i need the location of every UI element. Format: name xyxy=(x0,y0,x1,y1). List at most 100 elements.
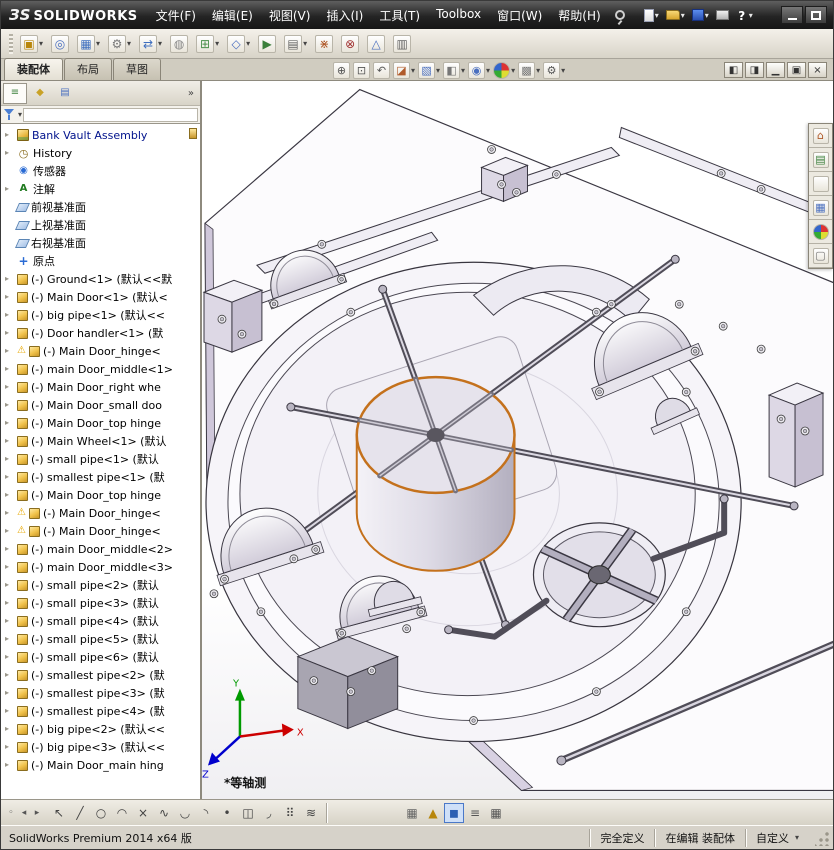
circle-button[interactable]: ○ xyxy=(91,803,111,823)
menu-item[interactable]: 帮助(H) xyxy=(550,3,608,28)
select-button[interactable]: ↖ xyxy=(49,803,69,823)
expand-arrow-icon[interactable] xyxy=(5,545,14,553)
design-library-tab[interactable]: ▤ xyxy=(809,148,832,172)
menu-item[interactable]: 工具(T) xyxy=(371,3,428,28)
tree-item[interactable]: (-) smallest pipe<4> (默 xyxy=(1,702,200,720)
tree-item[interactable]: (-) Main Door_hinge< xyxy=(1,504,200,522)
apply-scene-button[interactable]: ▩ xyxy=(517,62,541,79)
shaded-sketch-contours-button[interactable]: ◼ xyxy=(444,802,464,823)
maximize-window-button[interactable] xyxy=(805,6,827,24)
tree-item[interactable]: 原点 xyxy=(1,252,200,270)
expand-arrow-icon[interactable] xyxy=(5,509,14,517)
expand-arrow-icon[interactable] xyxy=(5,383,14,391)
trim-entities-button[interactable]: × xyxy=(133,803,153,823)
tree-item[interactable]: 注解 xyxy=(1,180,200,198)
snap-options-button[interactable]: ▲ xyxy=(423,803,443,823)
smart-fasteners-button[interactable]: ⚙ xyxy=(105,33,134,55)
tree-item[interactable]: (-) Main Door_hinge< xyxy=(1,522,200,540)
chevron-down-icon[interactable] xyxy=(795,833,799,842)
expand-arrow-icon[interactable] xyxy=(5,347,14,355)
expand-arrow-icon[interactable] xyxy=(5,185,14,193)
chevron-down-icon[interactable] xyxy=(158,39,162,48)
tree-item[interactable]: (-) Ground<1> (默认<<默 xyxy=(1,270,200,288)
expand-arrow-icon[interactable] xyxy=(5,653,14,661)
expand-arrow-icon[interactable] xyxy=(5,473,14,481)
tab-sketch[interactable]: 草图 xyxy=(113,58,161,80)
chevron-down-icon[interactable] xyxy=(18,110,22,119)
view-orientation-button[interactable]: ▧ xyxy=(417,62,441,79)
configurationmanager-tab[interactable]: ▤ xyxy=(53,83,77,104)
linear-component-pattern-button[interactable]: ▦ xyxy=(74,33,103,55)
expand-arrow-icon[interactable] xyxy=(5,311,14,319)
expand-arrow-icon[interactable] xyxy=(5,527,14,535)
large-assembly-mode-button[interactable]: ▥ xyxy=(390,33,414,55)
expand-arrow-icon[interactable] xyxy=(5,401,14,409)
chevron-down-icon[interactable] xyxy=(749,11,753,20)
open-document-button[interactable] xyxy=(663,8,688,22)
sketch-table-button[interactable]: ▦ xyxy=(486,803,506,823)
line-button[interactable]: ╱ xyxy=(70,803,90,823)
expand-arrow-icon[interactable] xyxy=(5,419,14,427)
assembly-features-button[interactable]: ⊞ xyxy=(193,33,222,55)
tree-item[interactable]: (-) small pipe<1> (默认 xyxy=(1,450,200,468)
chevron-down-icon[interactable] xyxy=(303,39,307,48)
tree-item[interactable]: (-) Main Door_main hing xyxy=(1,756,200,774)
section-properties-button[interactable]: ≡ xyxy=(465,803,485,823)
expand-arrow-icon[interactable] xyxy=(5,491,14,499)
save-document-button[interactable] xyxy=(689,7,712,23)
show-hidden-components-button[interactable]: ◍ xyxy=(167,33,191,55)
tree-item[interactable]: (-) small pipe<4> (默认 xyxy=(1,612,200,630)
tree-item[interactable]: (-) smallest pipe<3> (默 xyxy=(1,684,200,702)
menu-item[interactable]: 文件(F) xyxy=(148,3,204,28)
insert-components-button[interactable]: ▣ xyxy=(17,33,46,55)
scroll-right-button[interactable]: ▸ xyxy=(31,805,43,821)
display-pane-right-button[interactable]: ◨ xyxy=(745,62,764,78)
tree-item[interactable]: (-) Main Door_top hinge xyxy=(1,414,200,432)
ellipse-button[interactable]: ◠ xyxy=(112,803,132,823)
instant3d-button[interactable]: △ xyxy=(364,33,388,55)
expand-arrow-icon[interactable] xyxy=(5,365,14,373)
view-settings-button[interactable]: ⚙ xyxy=(542,62,566,79)
convert-entities-button[interactable]: ≋ xyxy=(301,803,321,823)
file-explorer-tab[interactable] xyxy=(809,172,832,196)
viewport-3d-model[interactable]: Y X Z xyxy=(202,81,833,799)
tree-item[interactable]: (-) big pipe<3> (默认<< xyxy=(1,738,200,756)
chevron-down-icon[interactable] xyxy=(536,66,540,75)
chevron-down-icon[interactable] xyxy=(411,66,415,75)
tree-display-pane-icon[interactable] xyxy=(189,128,197,139)
point-button[interactable]: • xyxy=(217,803,237,823)
scroll-left-button[interactable]: ◂ xyxy=(18,805,30,821)
expand-arrow-icon[interactable] xyxy=(5,599,14,607)
tree-item[interactable]: 右视基准面 xyxy=(1,234,200,252)
expand-arrow-icon[interactable] xyxy=(5,725,14,733)
exploded-view-button[interactable]: ⋇ xyxy=(312,33,336,55)
expand-arrow-icon[interactable] xyxy=(5,437,14,445)
appearances-scenes-tab[interactable] xyxy=(809,220,832,244)
expand-arrow-icon[interactable] xyxy=(5,131,14,139)
expand-arrow-icon[interactable] xyxy=(5,671,14,679)
menu-item[interactable]: 插入(I) xyxy=(318,3,371,28)
move-component-button[interactable]: ⇄ xyxy=(136,33,165,55)
menu-pin-icon[interactable] xyxy=(614,10,625,20)
toolbar-options-button[interactable]: ◦ xyxy=(5,805,17,821)
doc-restore-button[interactable]: ▣ xyxy=(787,62,806,78)
edit-appearance-button[interactable] xyxy=(492,62,516,79)
featuremanager-tree-tab[interactable]: ≡ xyxy=(3,82,27,104)
expand-arrow-icon[interactable] xyxy=(5,617,14,625)
tree-item[interactable]: (-) main Door_middle<3> xyxy=(1,558,200,576)
chevron-down-icon[interactable] xyxy=(705,11,709,20)
tree-item[interactable]: (-) Main Door_hinge< xyxy=(1,342,200,360)
chevron-down-icon[interactable] xyxy=(461,66,465,75)
tree-item[interactable]: (-) big pipe<2> (默认<< xyxy=(1,720,200,738)
expand-arrow-icon[interactable] xyxy=(5,563,14,571)
section-view-button[interactable]: ◪ xyxy=(392,62,416,79)
zoom-to-fit-button[interactable]: ⊕ xyxy=(332,62,351,79)
help-button[interactable] xyxy=(733,7,756,24)
propertymanager-tab[interactable]: ◆ xyxy=(28,83,52,104)
chevron-down-icon[interactable] xyxy=(561,66,565,75)
chevron-down-icon[interactable] xyxy=(511,66,515,75)
tree-item[interactable]: 上视基准面 xyxy=(1,216,200,234)
tree-item[interactable]: (-) Main Door<1> (默认< xyxy=(1,288,200,306)
menu-item[interactable]: 窗口(W) xyxy=(489,3,550,28)
tree-item[interactable]: (-) Door handler<1> (默 xyxy=(1,324,200,342)
